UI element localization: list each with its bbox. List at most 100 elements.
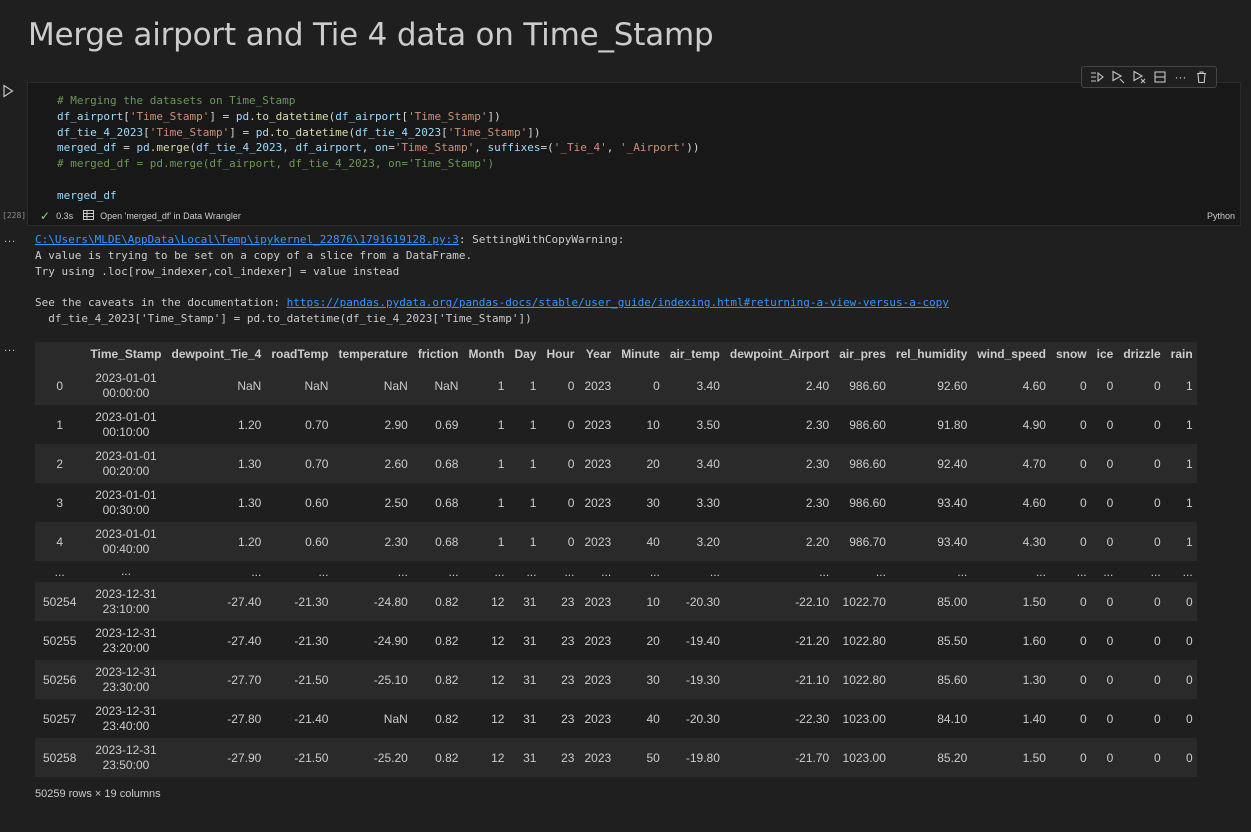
dataframe-shape: 50259 rows × 19 columns — [35, 788, 161, 800]
table-cell: 2.20 — [805, 534, 830, 549]
table-cell: ... — [1150, 564, 1161, 579]
delete-cell-icon[interactable] — [1194, 69, 1210, 85]
table-cell: -20.30 — [685, 711, 720, 726]
table-cell: ... — [318, 564, 329, 579]
table-cell: 4.90 — [1022, 417, 1046, 432]
table-cell: -25.10 — [373, 672, 408, 687]
code-token: = — [116, 141, 137, 155]
table-cell: 0 — [1106, 594, 1114, 609]
table-cell: 2023-01-01 00:00:00 — [95, 370, 157, 400]
code-token: . — [268, 125, 276, 139]
code-token: ] = — [209, 109, 236, 123]
table-cell: 0 — [567, 456, 575, 471]
column-header: Month — [468, 347, 505, 361]
language-selector[interactable]: Python — [1207, 211, 1235, 221]
table-cell: 2023 — [584, 711, 612, 726]
column-header: dewpoint_Tie_4 — [171, 347, 262, 361]
table-cell: 2023-01-01 00:10:00 — [95, 409, 157, 439]
code-token: df_airport — [335, 109, 402, 123]
table-cell: ... — [526, 564, 537, 579]
code-line[interactable]: df_tie_4_2023['Time_Stamp'] = pd.to_date… — [57, 125, 700, 141]
code-line[interactable]: merged_df = pd.merge(df_tie_4_2023, df_a… — [57, 140, 700, 156]
code-line[interactable]: # merged_df = pd.merge(df_airport, df_ti… — [57, 156, 700, 172]
table-cell: 2023 — [584, 672, 612, 687]
row-index: 50254 — [43, 594, 77, 609]
code-line[interactable]: df_airport['Time_Stamp'] = pd.to_datetim… — [57, 109, 700, 125]
table-cell: -27.70 — [227, 672, 262, 687]
code-token: 'Time_Stamp' — [408, 109, 488, 123]
code-token: = — [388, 141, 395, 155]
table-cell: ... — [494, 564, 505, 579]
table-cell: 4.60 — [1022, 378, 1046, 393]
table-cell: 1 — [497, 378, 505, 393]
table-cell: 12 — [491, 594, 505, 609]
table-cell: 1 — [497, 456, 505, 471]
dataframe-table: Time_Stamp dewpoint_Tie_4 roadTemp temperat… — [35, 342, 1197, 777]
execute-below-icon[interactable] — [1131, 69, 1147, 85]
table-cell: 3.40 — [696, 378, 720, 393]
warning-output: C:\Users\MLDE\AppData\Local\Temp\ipykern… — [35, 232, 949, 327]
code-line[interactable]: merged_df — [57, 188, 700, 204]
table-cell: -25.20 — [373, 750, 408, 765]
code-token: to_datetime — [275, 125, 349, 139]
table-cell: 2023-12-31 23:50:00 — [95, 742, 157, 772]
more-actions-icon[interactable]: ··· — [1173, 69, 1189, 85]
table-cell: -27.80 — [227, 711, 262, 726]
execute-above-icon[interactable] — [1089, 69, 1105, 85]
code-token: ]) — [487, 109, 501, 123]
row-index: 2 — [56, 456, 64, 471]
column-header — [35, 342, 84, 366]
table-cell: NaN — [237, 378, 262, 393]
warning-file-link[interactable]: C:\Users\MLDE\AppData\Local\Temp\ipykern… — [35, 233, 459, 246]
table-cell: 2023 — [584, 417, 612, 432]
table-cell: 1 — [497, 495, 505, 510]
run-cell-icon[interactable] — [2, 84, 16, 98]
code-editor[interactable]: # Merging the datasets on Time_Stamp df_a… — [57, 93, 700, 204]
column-header: dewpoint_Airport — [729, 347, 830, 361]
table-cell: 0 — [1153, 711, 1161, 726]
table-cell: 0.70 — [305, 417, 329, 432]
code-token: pd — [235, 109, 250, 123]
table-cell: 1 — [529, 456, 537, 471]
code-line[interactable]: # Merging the datasets on Time_Stamp — [57, 93, 700, 109]
output-actions-icon[interactable]: ... — [4, 342, 16, 354]
table-cell: 0 — [1079, 672, 1087, 687]
output-actions-icon[interactable]: ... — [4, 233, 16, 245]
table-cell: 1 — [1186, 456, 1193, 471]
table-cell: 0 — [567, 534, 575, 549]
code-cell[interactable]: # Merging the datasets on Time_Stamp df_a… — [27, 82, 1241, 226]
split-cell-icon[interactable] — [1152, 69, 1168, 85]
execute-cell-below-icon[interactable] — [1110, 69, 1126, 85]
table-cell: 2023-01-01 00:30:00 — [95, 487, 157, 517]
column-header: air_temp — [669, 347, 720, 361]
table-cell: 1.60 — [1022, 633, 1046, 648]
table-cell: ... — [120, 564, 131, 578]
table-cell: 4.60 — [1022, 495, 1046, 510]
table-row: 50256 2023-12-31 23:30:00 -27.70 -21.50 -25.1… — [35, 660, 1197, 699]
table-cell: 0 — [1106, 495, 1114, 510]
table-cell: 0 — [1186, 633, 1193, 648]
column-header: temperature — [338, 347, 408, 361]
table-cell: 2023 — [584, 456, 612, 471]
table-cell: 2023-12-31 23:40:00 — [95, 703, 157, 733]
column-header: drizzle — [1123, 347, 1161, 361]
row-index: 50256 — [43, 672, 77, 687]
table-cell: 10 — [646, 417, 660, 432]
table-cell: -21.40 — [294, 711, 329, 726]
table-cell: 10 — [646, 594, 660, 609]
table-cell: 2.30 — [384, 534, 408, 549]
open-data-wrangler-link[interactable]: Open 'merged_df' in Data Wrangler — [100, 211, 241, 221]
table-cell: ... — [601, 564, 612, 579]
table-cell: 0 — [567, 495, 575, 510]
column-header: snow — [1055, 347, 1087, 361]
table-cell: 20 — [646, 633, 660, 648]
column-header: Day — [514, 347, 537, 361]
pandas-docs-link[interactable]: https://pandas.pydata.org/pandas-docs/st… — [287, 296, 949, 309]
code-token: [ — [143, 125, 150, 139]
table-cell: 0 — [1153, 378, 1161, 393]
table-cell: 0 — [1106, 750, 1114, 765]
table-cell: -22.30 — [795, 711, 830, 726]
code-token: on — [374, 141, 389, 155]
code-line[interactable] — [57, 172, 700, 188]
code-token: , — [361, 141, 375, 155]
